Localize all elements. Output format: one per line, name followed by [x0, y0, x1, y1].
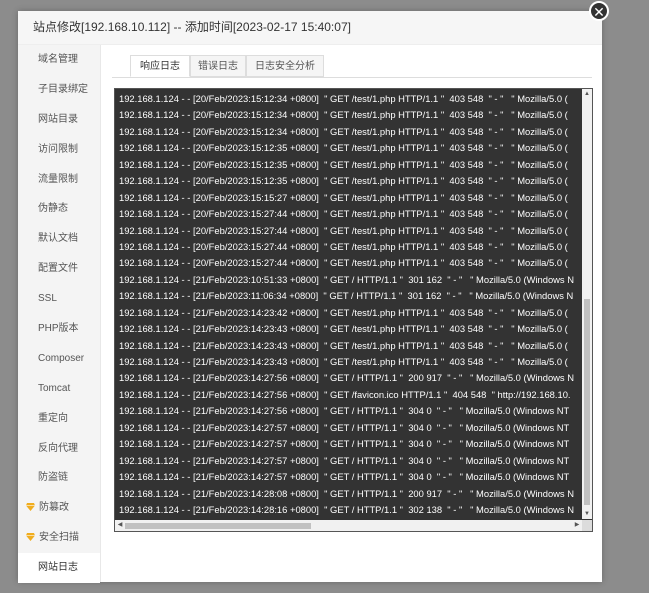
close-icon[interactable]: ✕	[589, 1, 609, 21]
log-line: 192.168.1.124 - - [20/Feb/2023:15:27:44 …	[119, 240, 568, 252]
sidebar-item-label: 安全扫描	[39, 532, 79, 544]
log-line: 192.168.1.124 - - [21/Feb/2023:14:23:42 …	[119, 306, 568, 318]
log-line: 192.168.1.124 - - [20/Feb/2023:15:12:34 …	[119, 93, 568, 104]
sidebar-item[interactable]: 默认文档	[18, 224, 100, 254]
sidebar-item[interactable]: 安全扫描	[18, 523, 100, 553]
vertical-scroll-thumb[interactable]	[584, 299, 590, 505]
sidebar-item[interactable]: 反向代理	[18, 434, 100, 464]
log-line: 192.168.1.124 - - [21/Feb/2023:14:23:43 …	[119, 356, 568, 367]
log-lines: 192.168.1.124 - - [20/Feb/2023:15:12:34 …	[119, 91, 577, 518]
dialog-title: 站点修改[192.168.10.112] -- 添加时间[2023-02-17 …	[18, 11, 602, 45]
sidebar-item-label: PHP版本	[38, 323, 79, 335]
sidebar-item-label: 伪静态	[38, 203, 68, 215]
sidebar-item[interactable]: 访问限制	[18, 135, 100, 165]
log-line: 192.168.1.124 - - [21/Feb/2023:14:28:08 …	[119, 487, 574, 499]
scrollbar-corner	[582, 520, 592, 531]
sidebar-item-label: 配置文件	[38, 263, 78, 275]
sidebar-item[interactable]: 流量限制	[18, 165, 100, 195]
sidebar-item-label: 反向代理	[38, 442, 78, 454]
log-line: 192.168.1.124 - - [21/Feb/2023:14:23:43 …	[119, 339, 568, 351]
sidebar-item-label: 重定向	[38, 412, 68, 424]
site-settings-dialog: 站点修改[192.168.10.112] -- 添加时间[2023-02-17 …	[18, 11, 602, 584]
sidebar-item-label: 流量限制	[38, 173, 78, 185]
log-line: 192.168.1.124 - - [20/Feb/2023:15:12:34 …	[119, 109, 568, 121]
sidebar-item[interactable]: 重定向	[18, 404, 100, 434]
log-line: 192.168.1.124 - - [21/Feb/2023:14:27:56 …	[119, 388, 571, 400]
sidebar-item[interactable]: 网站目录	[18, 105, 100, 135]
tab-bar: 响应日志 错误日志 日志安全分析	[112, 55, 592, 78]
log-line: 192.168.1.124 - - [21/Feb/2023:14:27:57 …	[119, 421, 570, 433]
log-line: 192.168.1.124 - - [21/Feb/2023:10:51:33 …	[119, 273, 574, 285]
gem-icon	[26, 533, 35, 542]
sidebar-item[interactable]: SSL	[18, 284, 100, 314]
log-line: 192.168.1.124 - - [21/Feb/2023:14:27:56 …	[119, 405, 570, 417]
scroll-down-icon[interactable]: ▼	[582, 509, 592, 519]
sidebar-item[interactable]: 子目录绑定	[18, 75, 100, 105]
sidebar-item-label: 网站目录	[38, 113, 78, 125]
log-line: 192.168.1.124 - - [20/Feb/2023:15:27:44 …	[119, 224, 568, 236]
log-line: 192.168.1.124 - - [21/Feb/2023:14:28:16 …	[119, 503, 574, 515]
sidebar-item[interactable]: Tomcat	[18, 374, 100, 404]
sidebar-item-label: 访问限制	[38, 143, 78, 155]
sidebar-item[interactable]: 域名管理	[18, 45, 100, 75]
sidebar-item-label: 域名管理	[38, 54, 78, 65]
log-line: 192.168.1.124 - - [20/Feb/2023:15:15:27 …	[119, 191, 568, 203]
log-line: 192.168.1.124 - - [21/Feb/2023:14:27:57 …	[119, 454, 570, 466]
log-line: 192.168.1.124 - - [20/Feb/2023:15:12:35 …	[119, 175, 568, 187]
log-line: 192.168.1.124 - - [20/Feb/2023:15:12:35 …	[119, 142, 568, 154]
log-line: 192.168.1.124 - - [20/Feb/2023:15:27:44 …	[119, 208, 568, 220]
scroll-right-icon[interactable]: ▶	[572, 520, 582, 531]
tab-log-security-analysis[interactable]: 日志安全分析	[246, 55, 324, 77]
sidebar-item[interactable]: Composer	[18, 344, 100, 374]
scroll-left-icon[interactable]: ◀	[115, 520, 125, 531]
log-line: 192.168.1.124 - - [21/Feb/2023:11:06:34 …	[119, 290, 574, 302]
log-line: 192.168.1.124 - - [21/Feb/2023:14:23:43 …	[119, 323, 568, 335]
gem-icon	[26, 503, 35, 512]
horizontal-scroll-thumb[interactable]	[125, 523, 311, 529]
tab-error-log[interactable]: 错误日志	[190, 55, 246, 77]
sidebar-item-label: Tomcat	[38, 382, 71, 394]
log-line: 192.168.1.124 - - [20/Feb/2023:15:12:34 …	[119, 125, 568, 137]
sidebar-item-label: SSL	[38, 293, 57, 305]
log-line: 192.168.1.124 - - [20/Feb/2023:15:12:35 …	[119, 158, 568, 170]
log-line: 192.168.1.124 - - [21/Feb/2023:14:27:56 …	[119, 372, 574, 384]
sidebar-item-label: 防盗链	[38, 472, 68, 484]
tab-response-log[interactable]: 响应日志	[130, 55, 190, 77]
sidebar-item-label: 网站日志	[38, 562, 78, 574]
vertical-scrollbar[interactable]: ▲ ▼	[582, 89, 592, 519]
sidebar-item[interactable]: 网站日志	[18, 553, 100, 584]
log-output[interactable]: 192.168.1.124 - - [20/Feb/2023:15:12:34 …	[114, 88, 593, 532]
log-line: 192.168.1.124 - - [21/Feb/2023:14:27:57 …	[119, 438, 570, 450]
sidebar-item-label: 防篡改	[39, 502, 69, 514]
sidebar-item-label: Composer	[38, 352, 85, 364]
log-line: 192.168.1.124 - - [20/Feb/2023:15:27:44 …	[119, 257, 568, 269]
sidebar-item-label: 默认文档	[38, 233, 78, 245]
horizontal-scrollbar[interactable]: ◀ ▶	[115, 520, 582, 531]
main-content: 响应日志 错误日志 日志安全分析	[112, 55, 592, 78]
log-line: 192.168.1.124 - - [21/Feb/2023:14:27:57 …	[119, 471, 570, 483]
sidebar-item[interactable]: 配置文件	[18, 254, 100, 284]
sidebar-item[interactable]: 防篡改	[18, 493, 100, 523]
sidebar-item-label: 子目录绑定	[38, 83, 88, 95]
sidebar-item[interactable]: 防盗链	[18, 463, 100, 493]
sidebar-item[interactable]: 伪静态	[18, 194, 100, 224]
sidebar-item[interactable]: PHP版本	[18, 314, 100, 344]
sidebar: 域名管理子目录绑定网站目录访问限制流量限制伪静态默认文档配置文件 SSL PHP版本…	[18, 45, 101, 584]
scroll-up-icon[interactable]: ▲	[582, 89, 592, 99]
